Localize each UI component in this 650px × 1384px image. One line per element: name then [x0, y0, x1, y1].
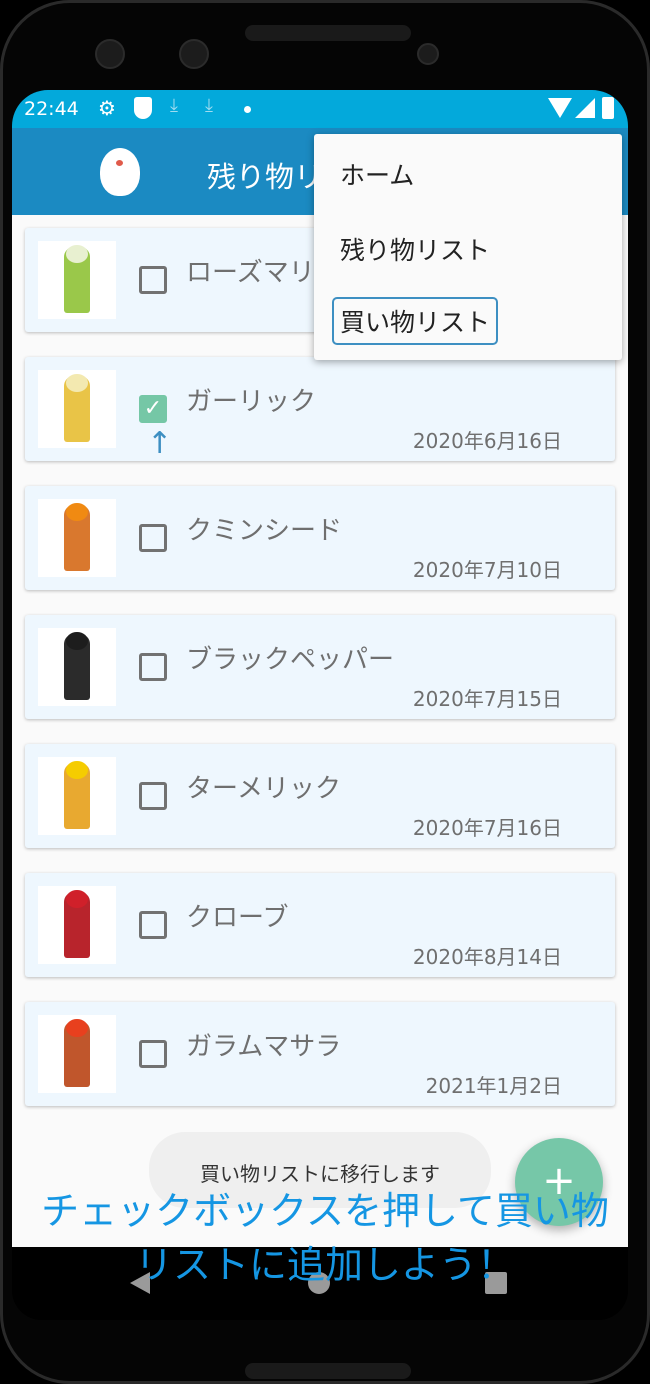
item-checkbox[interactable]: [139, 782, 167, 810]
item-checkbox[interactable]: ✓: [139, 395, 167, 423]
gear-icon: ⚙: [98, 96, 116, 120]
item-name: ターメリック: [186, 774, 341, 804]
dot-icon: [244, 106, 251, 113]
item-image: [38, 241, 116, 319]
earpiece: [245, 25, 411, 41]
arrow-up-icon: ↑: [147, 426, 173, 461]
list-item[interactable]: ブラックペッパー 2020年7月15日: [25, 615, 615, 719]
list-item[interactable]: クローブ 2020年8月14日: [25, 873, 615, 977]
item-date: 2020年7月15日: [412, 687, 562, 711]
home-icon[interactable]: [308, 1272, 330, 1294]
item-checkbox[interactable]: [139, 266, 167, 294]
item-checkbox[interactable]: [139, 911, 167, 939]
bottom-speaker: [245, 1363, 411, 1379]
item-date: 2020年7月10日: [412, 558, 562, 582]
list-item[interactable]: ターメリック 2020年7月16日: [25, 744, 615, 848]
item-image: [38, 628, 116, 706]
item-checkbox[interactable]: [139, 524, 167, 552]
list-item[interactable]: ✓ ガーリック 2020年6月16日: [25, 357, 615, 461]
shield-play-icon: [134, 97, 152, 119]
back-icon[interactable]: [130, 1272, 150, 1294]
status-time: 22:44: [24, 98, 79, 120]
recents-icon[interactable]: [485, 1272, 507, 1294]
toast-message: 買い物リストに移行します: [149, 1132, 491, 1208]
item-date: 2021年1月2日: [425, 1074, 562, 1098]
download-icon: ⤓: [205, 95, 213, 116]
proximity-sensor: [417, 43, 439, 65]
item-date: 2020年6月16日: [412, 429, 562, 453]
item-date: 2020年8月14日: [412, 945, 562, 969]
item-name: クミンシード: [186, 516, 343, 546]
menu-item-leftover-list[interactable]: 残り物リスト: [340, 231, 490, 267]
item-image: [38, 886, 116, 964]
item-name: クローブ: [186, 903, 289, 933]
item-checkbox[interactable]: [139, 1040, 167, 1068]
navigation-bar: [12, 1247, 628, 1320]
list-item[interactable]: ガラムマサラ 2021年1月2日: [25, 1002, 615, 1106]
item-name: ガーリック: [186, 387, 317, 417]
add-button[interactable]: +: [515, 1138, 603, 1226]
menu-item-shopping-list[interactable]: 買い物リスト: [332, 297, 499, 345]
wifi-icon: [548, 98, 572, 118]
item-image: [38, 757, 116, 835]
item-name: ブラックペッパー: [186, 645, 395, 675]
status-bar: 22:44 ⚙ ⤓ ⤓: [12, 90, 628, 128]
item-image: [38, 1015, 116, 1093]
item-image: [38, 370, 116, 448]
item-date: 2020年7月16日: [412, 816, 562, 840]
menu-item-home[interactable]: ホーム: [340, 156, 414, 192]
list-item[interactable]: クミンシード 2020年7月10日: [25, 486, 615, 590]
download-icon: ⤓: [170, 95, 178, 116]
front-sensor: [179, 39, 209, 69]
front-camera: [95, 39, 125, 69]
bird-logo: [100, 148, 140, 196]
overflow-menu: ホーム 残り物リスト 買い物リスト: [314, 134, 622, 360]
signal-icon: [575, 98, 595, 118]
item-name: ガラムマサラ: [186, 1032, 342, 1062]
battery-icon: [602, 97, 614, 119]
item-image: [38, 499, 116, 577]
screen: 22:44 ⚙ ⤓ ⤓ 残り物リスト ローズマリー ✓ ガーリック 2020年6…: [12, 90, 628, 1320]
leftover-list: ローズマリー ✓ ガーリック 2020年6月16日 クミンシード 2020年7月…: [12, 215, 628, 1247]
item-checkbox[interactable]: [139, 653, 167, 681]
